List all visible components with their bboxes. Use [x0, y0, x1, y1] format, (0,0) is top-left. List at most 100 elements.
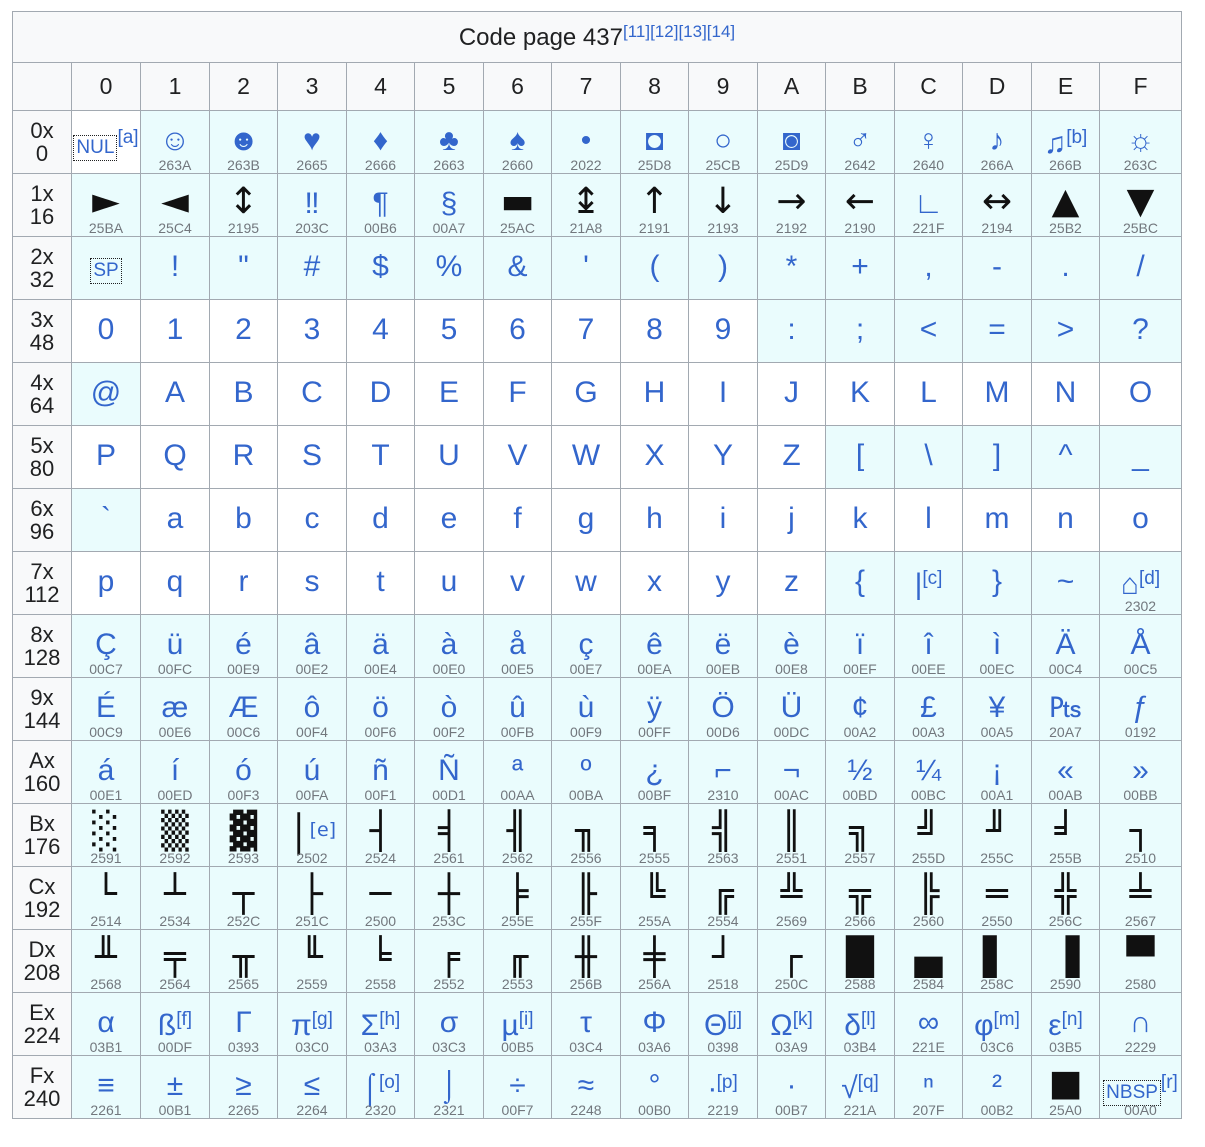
note-link[interactable]: [f] [176, 1009, 192, 1030]
character-glyph: π[g] [279, 1004, 346, 1042]
character-cell: R [209, 425, 278, 489]
glyph-text: ╖ [575, 811, 597, 852]
control-abbreviation[interactable]: SP [90, 257, 122, 284]
note-link[interactable]: [d] [1139, 568, 1160, 589]
glyph-text: Σ [360, 1009, 380, 1042]
character-cell: å 00E5 [483, 614, 552, 678]
character-cell: ┬ 252C [209, 866, 278, 930]
glyph-text: ! [170, 250, 180, 283]
character-cell: _ [1099, 425, 1182, 489]
note-link[interactable]: [p] [717, 1072, 738, 1093]
character-cell: ╨ 2568 [71, 929, 141, 993]
unicode-codepoint: 00AC [773, 787, 810, 803]
note-link[interactable]: [m] [994, 1009, 1020, 1030]
character-glyph: ╚ [622, 876, 688, 914]
unicode-codepoint: 00B5 [501, 1039, 534, 1055]
character-glyph: A [142, 377, 209, 409]
character-glyph: ╗ [827, 813, 894, 851]
row-header-hex: Fx [29, 1063, 55, 1088]
character-cell: f [483, 488, 552, 552]
note-link[interactable]: [q] [858, 1072, 879, 1093]
note-link[interactable]: [l] [861, 1009, 876, 1030]
character-glyph: ¶ [348, 188, 414, 220]
note-link[interactable]: [a] [117, 127, 138, 148]
unicode-codepoint: 2500 [364, 913, 397, 929]
character-cell: ╜ 255C [962, 803, 1032, 867]
character-cell: √[q] 221A [825, 1055, 895, 1119]
character-glyph: Φ [622, 1007, 688, 1039]
glyph-text: è [783, 628, 800, 661]
character-cell: ¬ 00AC [757, 740, 826, 804]
character-cell: ♂ 2642 [825, 110, 895, 174]
note-link[interactable]: [c] [922, 568, 942, 589]
character-cell: ╙ 2559 [277, 929, 347, 993]
character-cell: ' [551, 236, 621, 300]
glyph-text: @ [90, 376, 122, 409]
note-link[interactable]: [g] [312, 1009, 333, 1030]
glyph-text: ≤ [303, 1069, 321, 1102]
unicode-codepoint: 266A [980, 157, 1014, 173]
character-cell: → 2192 [757, 173, 826, 237]
character-cell: $ [346, 236, 415, 300]
character-glyph: ◘ [622, 125, 688, 157]
glyph-text: ≡ [97, 1069, 115, 1102]
note-link[interactable]: [h] [379, 1009, 400, 1030]
unicode-codepoint: 2640 [912, 157, 945, 173]
note-link[interactable]: [j] [727, 1009, 742, 1030]
unicode-codepoint: 2518 [707, 976, 739, 992]
reference-link[interactable]: [13] [678, 22, 706, 41]
character-cell: ▒ 2592 [140, 803, 210, 867]
note-link[interactable]: [n] [1062, 1009, 1083, 1030]
character-cell: è 00E8 [757, 614, 826, 678]
glyph-text: ≥ [235, 1069, 252, 1102]
table-row: Ax 160 á 00E1 í 00ED ó 00F3 ú 00FA ñ 00F1 Ñ 00D1 ª 00AA… [12, 740, 1182, 804]
character-cell: { [825, 551, 895, 615]
unicode-codepoint: 2567 [1124, 913, 1157, 929]
note-link[interactable]: [b] [1066, 127, 1087, 148]
glyph-text: Z [782, 439, 801, 472]
character-glyph: ⌠[o] [348, 1067, 414, 1105]
character-glyph: C [279, 377, 346, 409]
reference-link[interactable]: [11] [623, 22, 650, 41]
character-cell: G [551, 362, 621, 426]
note-link[interactable]: [e] [310, 819, 337, 841]
control-abbreviation[interactable]: NUL [73, 134, 118, 161]
unicode-codepoint: 03A3 [364, 1039, 397, 1055]
character-cell: æ 00E6 [140, 677, 210, 741]
character-cell: ç 00E7 [551, 614, 621, 678]
glyph-text: ■ [1048, 1063, 1083, 1104]
note-link[interactable]: [r] [1161, 1072, 1178, 1093]
character-cell: Θ[j] 0398 [688, 992, 758, 1056]
unicode-codepoint: 2022 [570, 157, 602, 173]
character-cell: l [894, 488, 963, 552]
character-cell: # [277, 236, 347, 300]
glyph-text: ≈ [577, 1069, 595, 1102]
character-cell: π[g] 03C0 [277, 992, 347, 1056]
row-header: Bx 176 [12, 803, 72, 867]
glyph-text: ┌ [780, 937, 803, 978]
column-header: 7 [551, 62, 621, 111]
character-glyph: " [211, 251, 277, 283]
character-glyph: S [279, 440, 346, 472]
glyph-text: 1 [166, 313, 184, 346]
glyph-text: ¡ [992, 754, 1002, 787]
character-cell: ╤ 2564 [140, 929, 210, 993]
unicode-codepoint: 207F [912, 1102, 945, 1118]
unicode-codepoint: 2555 [638, 850, 671, 866]
unicode-codepoint: 250C [774, 976, 809, 992]
character-glyph: █ [827, 939, 894, 977]
table-row: 1x 16 ► 25BA ◄ 25C4 ↕ 2195 ‼ 203C ¶ 00B6 § 00A7 ▬ 25AC ↨… [12, 173, 1182, 237]
glyph-text: s [304, 565, 320, 598]
note-link[interactable]: [i] [519, 1009, 534, 1030]
glyph-text: ; [855, 313, 865, 346]
character-glyph: Å [1101, 629, 1181, 661]
row-header-dec: 32 [29, 267, 55, 292]
character-glyph: ↑ [622, 183, 688, 221]
unicode-codepoint: 2660 [501, 157, 534, 173]
unicode-codepoint: 00A2 [843, 724, 877, 740]
character-glyph: ┐ [1101, 813, 1181, 851]
reference-link[interactable]: [12] [650, 22, 678, 41]
note-link[interactable]: [o] [379, 1072, 400, 1093]
note-link[interactable]: [k] [793, 1009, 813, 1030]
reference-link[interactable]: [14] [707, 22, 735, 41]
